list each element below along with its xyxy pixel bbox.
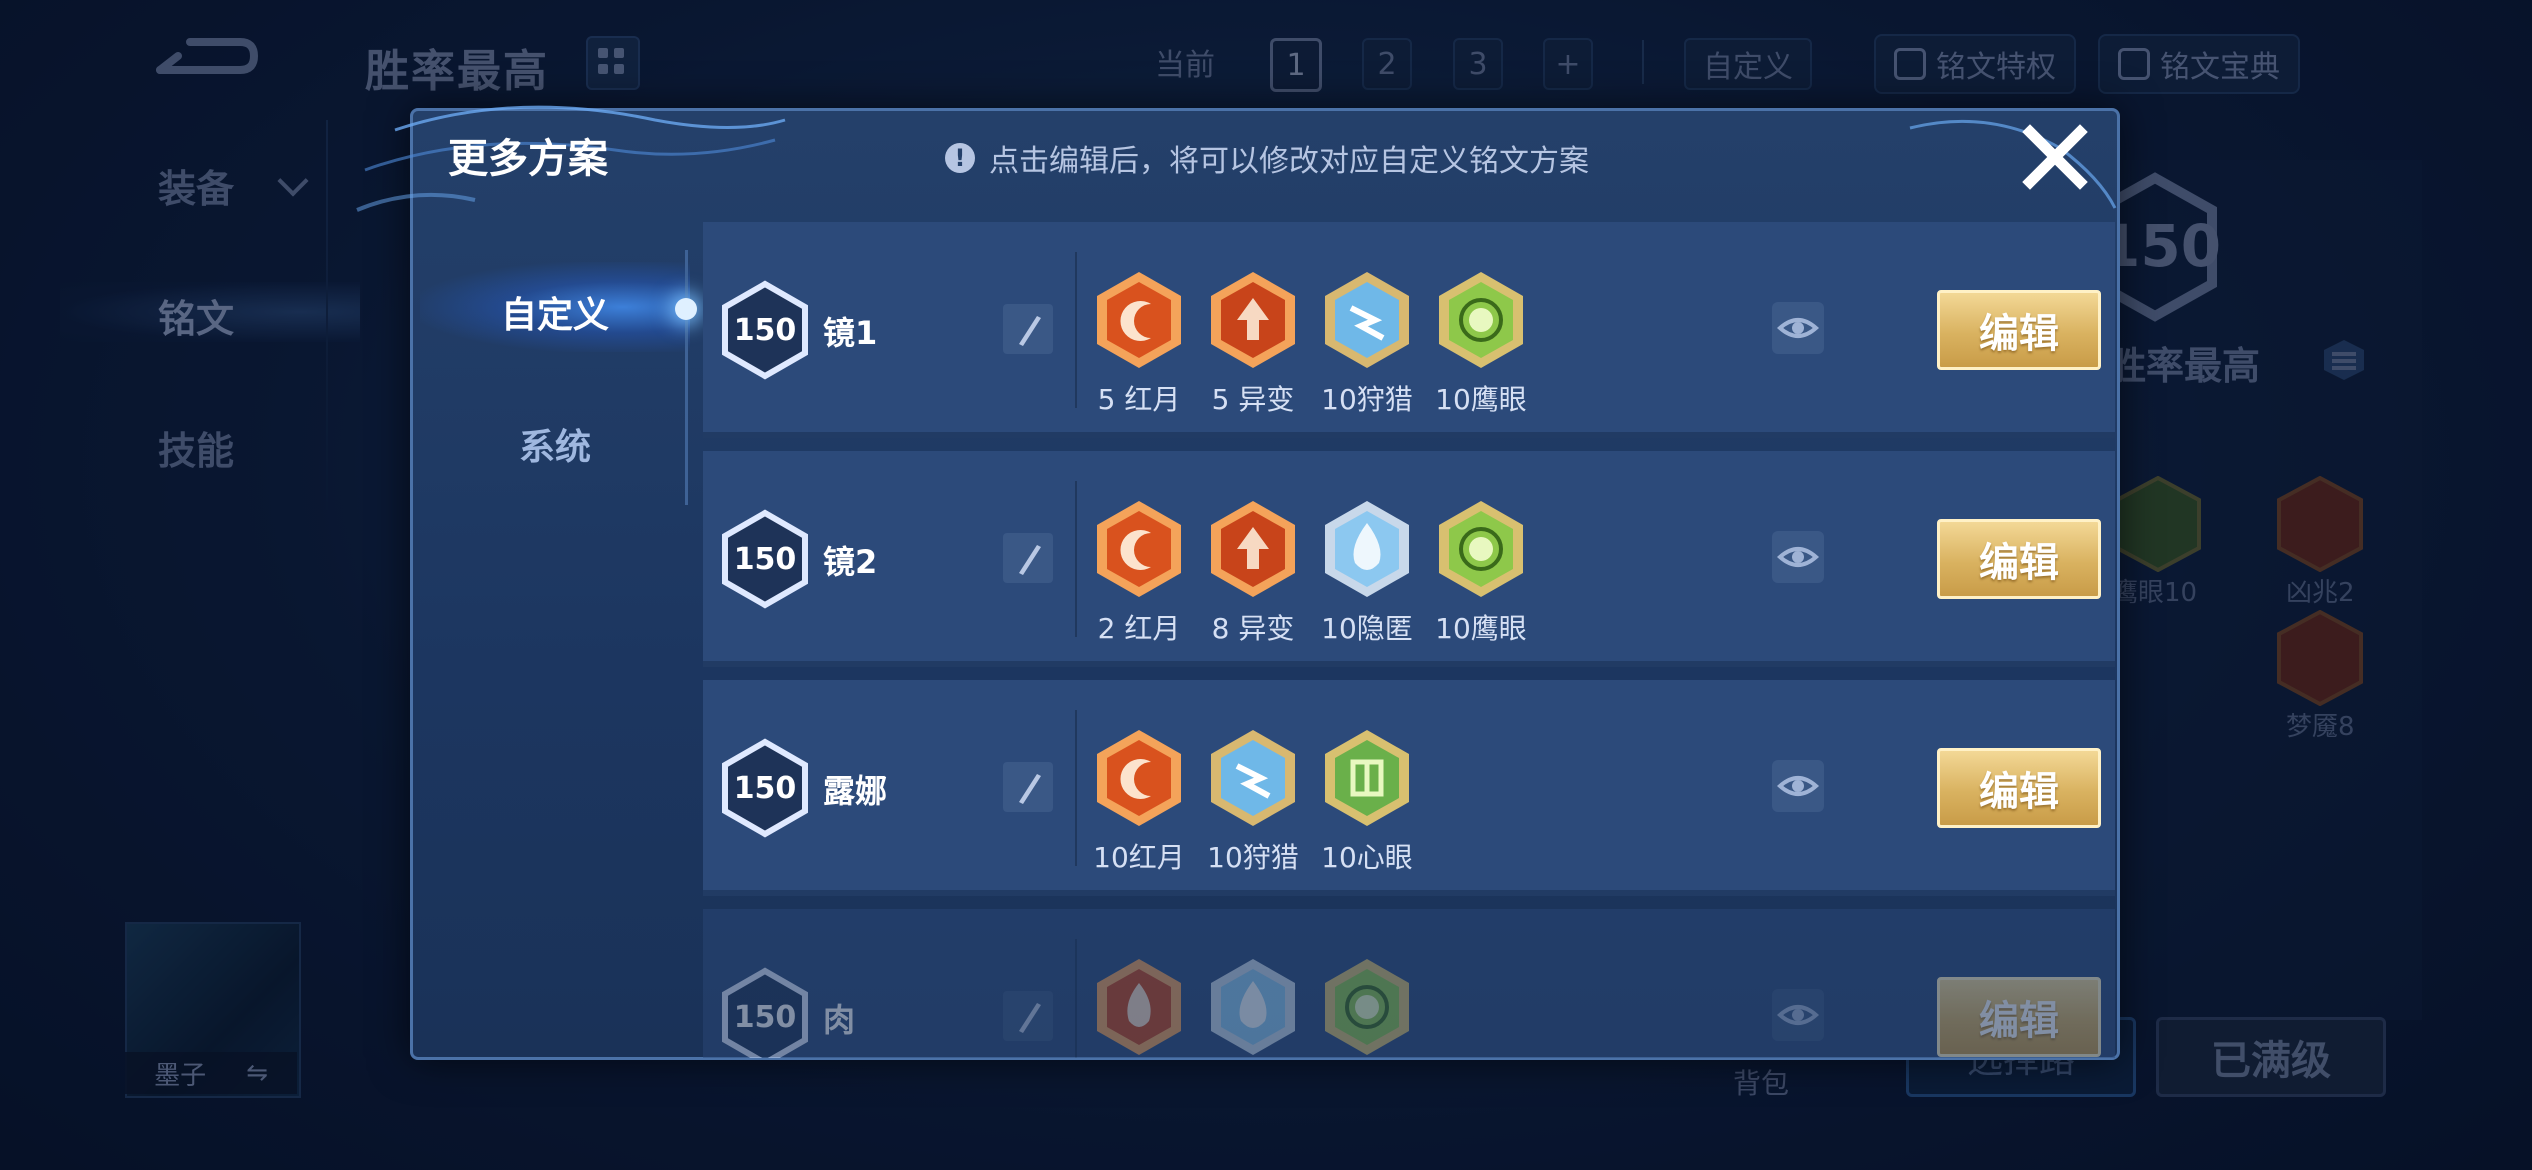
rune-item[interactable]: 10红月 <box>1093 726 1185 876</box>
rune-label: 2 红月 <box>1097 612 1181 645</box>
hint-text: 点击编辑后，将可以修改对应自定义铭文方案 <box>989 144 1589 179</box>
pencil-icon[interactable] <box>1003 304 1053 354</box>
preset-row[interactable]: 150 镜1 5 红月 5 异变 10狩猎 10鹰眼 编辑 <box>703 222 2115 438</box>
red-moon-rune-icon <box>1097 272 1181 368</box>
rune-label: 10鹰眼 <box>1435 612 1527 645</box>
edit-button[interactable]: 编辑 <box>1937 290 2101 370</box>
hawkeye-rune-icon <box>1439 501 1523 597</box>
rune-label: 5 红月 <box>1097 383 1181 416</box>
rune-label: 10鹰眼 <box>1435 383 1527 416</box>
mutation-rune-icon <box>1211 272 1295 368</box>
red-moon-rune-icon <box>1097 501 1181 597</box>
preset-row[interactable]: 150 露娜 10红月 10狩猎 10心眼 编辑 <box>703 680 2115 896</box>
rune-list: 5 红月 5 异变 10狩猎 10鹰眼 <box>1093 268 1527 418</box>
rune-item[interactable]: 10心眼 <box>1321 726 1413 876</box>
rune-list: 10红月 10狩猎 10心眼 <box>1093 726 1413 876</box>
eye-icon[interactable] <box>1772 989 1824 1041</box>
red-flame-rune-icon <box>1097 959 1181 1055</box>
close-icon[interactable] <box>2020 122 2090 192</box>
hawkeye-rune-icon <box>1325 959 1409 1055</box>
divider <box>1075 939 1077 1058</box>
info-icon: ! <box>945 143 975 173</box>
eye-icon[interactable] <box>1772 760 1824 812</box>
rune-label: 10心眼 <box>1321 841 1413 874</box>
stealth-rune-icon <box>1325 501 1409 597</box>
rune-label: 10隐匿 <box>1321 612 1413 645</box>
preset-list[interactable]: 150 镜1 5 红月 5 异变 10狩猎 10鹰眼 编辑 150 镜2 2 红月 8 异变 10隐匿… <box>703 222 2115 1058</box>
red-moon-rune-icon <box>1097 730 1181 826</box>
rune-item[interactable] <box>1207 955 1299 1058</box>
eye-icon[interactable] <box>1772 302 1824 354</box>
stealth-rune-icon <box>1211 959 1295 1055</box>
preset-name: 镜1 <box>823 314 878 352</box>
hint-row: ! 点击编辑后，将可以修改对应自定义铭文方案 <box>945 136 1589 180</box>
divider <box>1075 252 1077 408</box>
edit-button[interactable]: 编辑 <box>1937 519 2101 599</box>
preset-row[interactable]: 150 肉 编辑 <box>703 909 2115 1058</box>
rune-item[interactable]: 10狩猎 <box>1321 268 1413 418</box>
edit-button[interactable]: 编辑 <box>1937 977 2101 1057</box>
rune-item[interactable]: 2 红月 <box>1093 497 1185 647</box>
rune-label: 10狩猎 <box>1321 383 1413 416</box>
rune-item[interactable]: 10鹰眼 <box>1435 497 1527 647</box>
rune-label: 8 异变 <box>1211 612 1295 645</box>
rune-list: 2 红月 8 异变 10隐匿 10鹰眼 <box>1093 497 1527 647</box>
preset-name: 镜2 <box>823 543 878 581</box>
rune-label: 10红月 <box>1093 841 1185 874</box>
preset-level: 150 <box>733 312 797 348</box>
preset-level: 150 <box>733 999 797 1035</box>
rune-label: 10狩猎 <box>1207 841 1299 874</box>
mind-eye-rune-icon <box>1325 730 1409 826</box>
hunt-rune-icon <box>1325 272 1409 368</box>
divider <box>1075 481 1077 637</box>
pencil-icon[interactable] <box>1003 533 1053 583</box>
rune-item[interactable]: 5 异变 <box>1207 268 1299 418</box>
tab-indicator <box>675 298 697 320</box>
mutation-rune-icon <box>1211 501 1295 597</box>
tab-custom[interactable]: 自定义 <box>470 286 640 338</box>
tab-rail <box>685 250 688 505</box>
modal-title: 更多方案 <box>448 136 608 182</box>
rune-list <box>1093 955 1413 1058</box>
eye-icon[interactable] <box>1772 531 1824 583</box>
pencil-icon[interactable] <box>1003 762 1053 812</box>
rune-item[interactable]: 10鹰眼 <box>1435 268 1527 418</box>
pencil-icon[interactable] <box>1003 991 1053 1041</box>
rune-item[interactable]: 8 异变 <box>1207 497 1299 647</box>
divider <box>1075 710 1077 866</box>
rune-label: 5 异变 <box>1211 383 1295 416</box>
edit-button[interactable]: 编辑 <box>1937 748 2101 828</box>
rune-item[interactable]: 10隐匿 <box>1321 497 1413 647</box>
rune-item[interactable] <box>1321 955 1413 1058</box>
preset-name: 肉 <box>823 1001 856 1039</box>
preset-name: 露娜 <box>823 772 888 810</box>
rune-item[interactable]: 5 红月 <box>1093 268 1185 418</box>
rune-item[interactable]: 10狩猎 <box>1207 726 1299 876</box>
hunt-rune-icon <box>1211 730 1295 826</box>
tab-system[interactable]: 系统 <box>470 418 640 470</box>
preset-level: 150 <box>733 770 797 806</box>
preset-level: 150 <box>733 541 797 577</box>
rune-item[interactable] <box>1093 955 1185 1058</box>
preset-row[interactable]: 150 镜2 2 红月 8 异变 10隐匿 10鹰眼 编辑 <box>703 451 2115 667</box>
hawkeye-rune-icon <box>1439 272 1523 368</box>
